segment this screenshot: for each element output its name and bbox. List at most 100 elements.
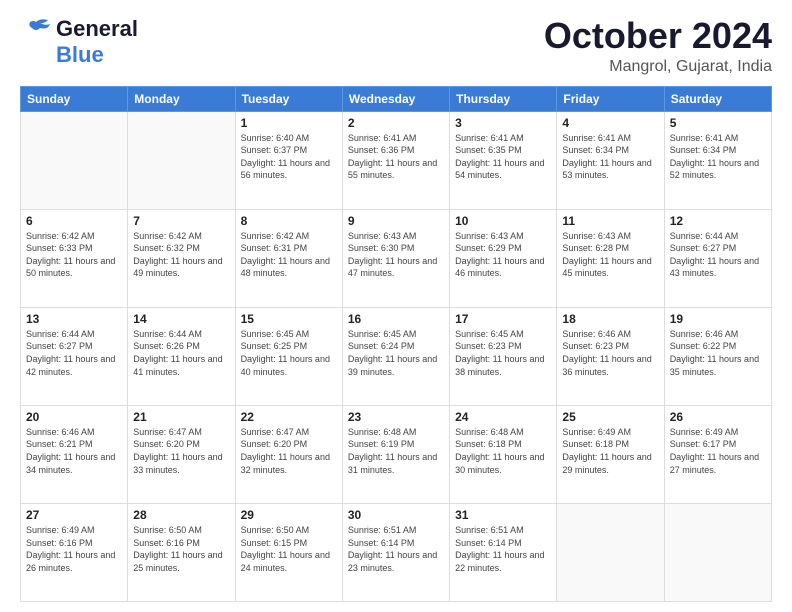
day-info: Sunrise: 6:44 AMSunset: 6:27 PMDaylight:… — [26, 328, 122, 378]
day-number: 4 — [562, 116, 658, 130]
day-number: 21 — [133, 410, 229, 424]
day-number: 26 — [670, 410, 766, 424]
table-row: 29Sunrise: 6:50 AMSunset: 6:15 PMDayligh… — [235, 503, 342, 601]
table-row — [128, 111, 235, 209]
day-info: Sunrise: 6:41 AMSunset: 6:35 PMDaylight:… — [455, 132, 551, 182]
day-number: 1 — [241, 116, 337, 130]
day-number: 30 — [348, 508, 444, 522]
day-info: Sunrise: 6:41 AMSunset: 6:36 PMDaylight:… — [348, 132, 444, 182]
table-row — [557, 503, 664, 601]
day-number: 16 — [348, 312, 444, 326]
day-info: Sunrise: 6:50 AMSunset: 6:16 PMDaylight:… — [133, 524, 229, 574]
day-info: Sunrise: 6:49 AMSunset: 6:17 PMDaylight:… — [670, 426, 766, 476]
day-number: 11 — [562, 214, 658, 228]
table-row: 4 Sunrise: 6:41 AMSunset: 6:34 PMDaylight… — [557, 111, 664, 209]
table-row: 18 Sunrise: 6:46 AMSunset: 6:23 PMDayligh… — [557, 307, 664, 405]
day-info: Sunrise: 6:51 AMSunset: 6:14 PMDaylight:… — [348, 524, 444, 574]
table-row: 30 Sunrise: 6:51 AMSunset: 6:14 PMDayligh… — [342, 503, 449, 601]
day-info: Sunrise: 6:49 AMSunset: 6:18 PMDaylight:… — [562, 426, 658, 476]
day-info: Sunrise: 6:45 AMSunset: 6:24 PMDaylight:… — [348, 328, 444, 378]
day-info: Sunrise: 6:47 AMSunset: 6:20 PMDaylight:… — [241, 426, 337, 476]
day-info: Sunrise: 6:49 AMSunset: 6:16 PMDaylight:… — [26, 524, 122, 574]
table-row: 2 Sunrise: 6:41 AMSunset: 6:36 PMDaylight… — [342, 111, 449, 209]
table-row: 20 Sunrise: 6:46 AMSunset: 6:21 PMDayligh… — [21, 405, 128, 503]
table-row: 3 Sunrise: 6:41 AMSunset: 6:35 PMDaylight… — [450, 111, 557, 209]
calendar-week-row: 27 Sunrise: 6:49 AMSunset: 6:16 PMDayligh… — [21, 503, 772, 601]
table-row: 24Sunrise: 6:48 AMSunset: 6:18 PMDayligh… — [450, 405, 557, 503]
day-info: Sunrise: 6:42 AMSunset: 6:31 PMDaylight:… — [241, 230, 337, 280]
day-number: 17 — [455, 312, 551, 326]
logo-bird-icon — [20, 18, 52, 40]
col-monday: Monday — [128, 86, 235, 111]
day-info: Sunrise: 6:43 AMSunset: 6:28 PMDaylight:… — [562, 230, 658, 280]
table-row: 13 Sunrise: 6:44 AMSunset: 6:27 PMDayligh… — [21, 307, 128, 405]
day-number: 9 — [348, 214, 444, 228]
logo-text: General — [56, 16, 138, 42]
table-row: 6 Sunrise: 6:42 AMSunset: 6:33 PMDaylight… — [21, 209, 128, 307]
calendar-week-row: 13 Sunrise: 6:44 AMSunset: 6:27 PMDayligh… — [21, 307, 772, 405]
day-info: Sunrise: 6:45 AMSunset: 6:25 PMDaylight:… — [241, 328, 337, 378]
day-number: 12 — [670, 214, 766, 228]
day-number: 13 — [26, 312, 122, 326]
col-sunday: Sunday — [21, 86, 128, 111]
calendar-week-row: 6 Sunrise: 6:42 AMSunset: 6:33 PMDaylight… — [21, 209, 772, 307]
table-row: 31 Sunrise: 6:51 AMSunset: 6:14 PMDayligh… — [450, 503, 557, 601]
table-row: 5Sunrise: 6:41 AMSunset: 6:34 PMDaylight… — [664, 111, 771, 209]
logo-blue-text: Blue — [56, 42, 104, 68]
calendar-week-row: 20 Sunrise: 6:46 AMSunset: 6:21 PMDayligh… — [21, 405, 772, 503]
table-row: 8 Sunrise: 6:42 AMSunset: 6:31 PMDaylight… — [235, 209, 342, 307]
table-row: 16 Sunrise: 6:45 AMSunset: 6:24 PMDayligh… — [342, 307, 449, 405]
day-info: Sunrise: 6:47 AMSunset: 6:20 PMDaylight:… — [133, 426, 229, 476]
day-number: 15 — [241, 312, 337, 326]
table-row: 12Sunrise: 6:44 AMSunset: 6:27 PMDayligh… — [664, 209, 771, 307]
table-row: 22Sunrise: 6:47 AMSunset: 6:20 PMDayligh… — [235, 405, 342, 503]
table-row: 9 Sunrise: 6:43 AMSunset: 6:30 PMDaylight… — [342, 209, 449, 307]
day-number: 2 — [348, 116, 444, 130]
col-friday: Friday — [557, 86, 664, 111]
day-info: Sunrise: 6:42 AMSunset: 6:32 PMDaylight:… — [133, 230, 229, 280]
day-number: 29 — [241, 508, 337, 522]
calendar-header-row: Sunday Monday Tuesday Wednesday Thursday… — [21, 86, 772, 111]
header: General Blue October 2024 Mangrol, Gujar… — [20, 16, 772, 76]
table-row: 17Sunrise: 6:45 AMSunset: 6:23 PMDayligh… — [450, 307, 557, 405]
col-wednesday: Wednesday — [342, 86, 449, 111]
table-row: 27 Sunrise: 6:49 AMSunset: 6:16 PMDayligh… — [21, 503, 128, 601]
day-info: Sunrise: 6:43 AMSunset: 6:30 PMDaylight:… — [348, 230, 444, 280]
day-info: Sunrise: 6:40 AMSunset: 6:37 PMDaylight:… — [241, 132, 337, 182]
day-info: Sunrise: 6:44 AMSunset: 6:26 PMDaylight:… — [133, 328, 229, 378]
table-row — [664, 503, 771, 601]
day-info: Sunrise: 6:48 AMSunset: 6:19 PMDaylight:… — [348, 426, 444, 476]
title-section: October 2024 Mangrol, Gujarat, India — [544, 16, 772, 76]
day-info: Sunrise: 6:51 AMSunset: 6:14 PMDaylight:… — [455, 524, 551, 574]
table-row: 23 Sunrise: 6:48 AMSunset: 6:19 PMDayligh… — [342, 405, 449, 503]
table-row: 1 Sunrise: 6:40 AMSunset: 6:37 PMDaylight… — [235, 111, 342, 209]
day-info: Sunrise: 6:41 AMSunset: 6:34 PMDaylight:… — [670, 132, 766, 182]
table-row: 14 Sunrise: 6:44 AMSunset: 6:26 PMDayligh… — [128, 307, 235, 405]
day-number: 8 — [241, 214, 337, 228]
day-number: 10 — [455, 214, 551, 228]
day-number: 31 — [455, 508, 551, 522]
table-row: 7 Sunrise: 6:42 AMSunset: 6:32 PMDaylight… — [128, 209, 235, 307]
day-info: Sunrise: 6:42 AMSunset: 6:33 PMDaylight:… — [26, 230, 122, 280]
day-info: Sunrise: 6:46 AMSunset: 6:21 PMDaylight:… — [26, 426, 122, 476]
day-number: 3 — [455, 116, 551, 130]
day-number: 14 — [133, 312, 229, 326]
day-info: Sunrise: 6:41 AMSunset: 6:34 PMDaylight:… — [562, 132, 658, 182]
day-info: Sunrise: 6:48 AMSunset: 6:18 PMDaylight:… — [455, 426, 551, 476]
day-number: 25 — [562, 410, 658, 424]
day-number: 23 — [348, 410, 444, 424]
day-info: Sunrise: 6:46 AMSunset: 6:22 PMDaylight:… — [670, 328, 766, 378]
col-thursday: Thursday — [450, 86, 557, 111]
logo: General Blue — [20, 16, 138, 68]
col-saturday: Saturday — [664, 86, 771, 111]
day-number: 19 — [670, 312, 766, 326]
day-number: 20 — [26, 410, 122, 424]
day-number: 7 — [133, 214, 229, 228]
calendar-week-row: 1 Sunrise: 6:40 AMSunset: 6:37 PMDaylight… — [21, 111, 772, 209]
day-info: Sunrise: 6:46 AMSunset: 6:23 PMDaylight:… — [562, 328, 658, 378]
table-row: 26 Sunrise: 6:49 AMSunset: 6:17 PMDayligh… — [664, 405, 771, 503]
day-number: 6 — [26, 214, 122, 228]
day-number: 18 — [562, 312, 658, 326]
day-number: 27 — [26, 508, 122, 522]
table-row: 21 Sunrise: 6:47 AMSunset: 6:20 PMDayligh… — [128, 405, 235, 503]
